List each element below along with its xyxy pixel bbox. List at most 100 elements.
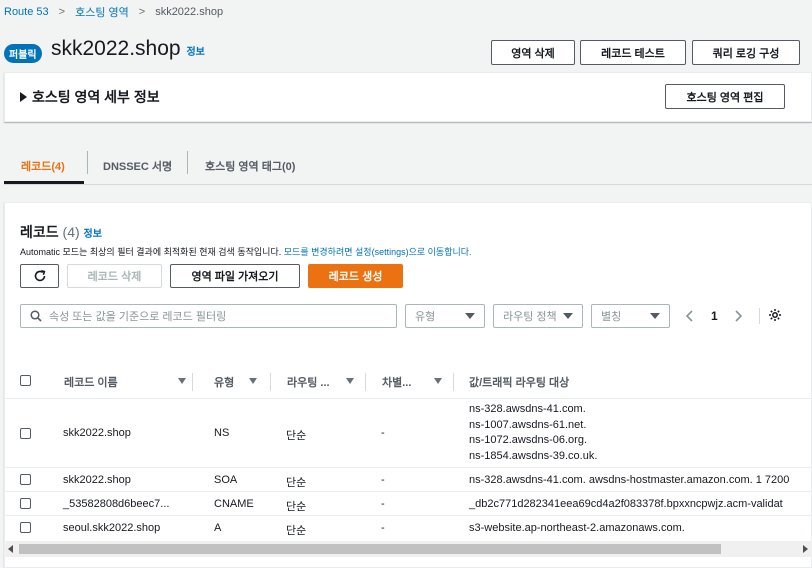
table-row[interactable]: skk2022.shop SOA 단순 - ns-328.awsdns-41.c… xyxy=(4,468,812,492)
info-link[interactable]: 정보 xyxy=(186,47,204,58)
breadcrumb-route53[interactable]: Route 53 xyxy=(4,6,49,18)
record-type: SOA xyxy=(214,474,238,486)
record-name: skk2022.shop xyxy=(63,474,131,486)
col-type[interactable]: 유형 xyxy=(214,365,234,399)
settings-link[interactable]: 모드를 변경하려면 설정(settings)으로 이동합니다. xyxy=(284,247,472,257)
details-title: 호스팅 영역 세부 정보 xyxy=(32,89,160,105)
scroll-right-icon[interactable] xyxy=(803,545,808,553)
routing-policy-filter-select[interactable]: 라우팅 정책 xyxy=(493,304,583,328)
record-differentiator: - xyxy=(381,474,385,486)
caret-right-icon xyxy=(20,92,27,102)
delete-zone-button[interactable]: 영역 삭제 xyxy=(491,40,575,65)
record-name: _53582808d6beec7... xyxy=(63,498,170,510)
refresh-icon xyxy=(34,270,45,282)
import-zone-file-button[interactable]: 영역 파일 가져오기 xyxy=(170,264,300,288)
records-description: Automatic 모드는 최상의 필터 결과에 최적화된 현재 검색 동작입니… xyxy=(20,245,472,258)
alias-filter-select[interactable]: 별칭 xyxy=(591,304,670,328)
col-differentiator[interactable]: 차별... xyxy=(382,365,411,399)
record-search-input[interactable]: 속성 또는 값을 기준으로 레코드 필터링 xyxy=(20,304,397,328)
search-placeholder: 속성 또는 값을 기준으로 레코드 필터링 xyxy=(49,311,227,323)
record-routing: 단순 xyxy=(286,477,307,489)
table-header: 레코드 이름 유형 라우팅 ... 차별... 값/트래픽 라우팅 대상 xyxy=(4,365,812,399)
scrollbar-thumb[interactable] xyxy=(19,544,721,554)
col-label: 유형 xyxy=(214,377,235,389)
record-differentiator: - xyxy=(381,498,385,510)
col-label: 라우팅 ... xyxy=(287,377,330,389)
record-routing: 단순 xyxy=(286,501,307,513)
type-filter-select[interactable]: 유형 xyxy=(405,304,485,328)
tab-divider xyxy=(87,151,88,174)
page-number[interactable]: 1 xyxy=(711,309,718,323)
col-label: 차별... xyxy=(382,377,412,389)
gear-icon[interactable] xyxy=(768,308,782,322)
tab-bar: 레코드(4) DNSSEC 서명 호스팅 영역 태그(0) xyxy=(4,148,812,185)
col-value[interactable]: 값/트래픽 라우팅 대상 xyxy=(469,365,569,399)
row-checkbox[interactable] xyxy=(20,474,31,485)
sort-caret-icon[interactable] xyxy=(434,378,442,384)
chevron-right-icon: > xyxy=(58,6,66,18)
caret-down-icon xyxy=(650,313,660,319)
record-value: ns-1854.awsdns-39.co.uk. xyxy=(469,449,598,462)
page-title: skk2022.shop 정보 xyxy=(51,37,205,61)
sort-caret-icon[interactable] xyxy=(249,378,257,384)
records-title-text: 레코드 xyxy=(20,224,59,240)
select-all-checkbox[interactable] xyxy=(20,375,31,386)
records-count: (4) xyxy=(62,224,80,240)
test-record-button[interactable]: 레코드 테스트 xyxy=(580,40,686,65)
col-label: 값/트래픽 라우팅 대상 xyxy=(469,377,570,389)
tab-divider xyxy=(187,151,188,174)
edit-hosted-zone-button[interactable]: 호스팅 영역 편집 xyxy=(665,84,785,109)
chevron-right-icon: > xyxy=(138,6,146,18)
routing-filter-label: 라우팅 정책 xyxy=(503,311,557,323)
records-info-link[interactable]: 정보 xyxy=(84,229,102,240)
caret-down-icon xyxy=(563,313,573,319)
record-name: seoul.skk2022.shop xyxy=(63,522,161,534)
sort-caret-icon[interactable] xyxy=(346,378,354,384)
record-name: skk2022.shop xyxy=(63,427,131,439)
tab-records[interactable]: 레코드(4) xyxy=(21,148,65,184)
records-title: 레코드 (4) 정보 xyxy=(20,222,102,242)
refresh-button[interactable] xyxy=(20,264,59,288)
column-divider xyxy=(453,373,454,391)
desc-text: Automatic 모드는 최상의 필터 결과에 최적화된 현재 검색 동작입니… xyxy=(20,247,282,257)
record-values: ns-328.awsdns-41.com. ns-1007.awsdns-61.… xyxy=(469,402,597,464)
chevron-right-icon[interactable] xyxy=(733,309,743,323)
active-tab-indicator xyxy=(4,181,84,184)
details-toggle[interactable]: 호스팅 영역 세부 정보 xyxy=(20,87,160,107)
tab-tags[interactable]: 호스팅 영역 태그(0) xyxy=(205,148,295,184)
row-checkbox[interactable] xyxy=(20,522,31,533)
column-divider xyxy=(192,373,193,391)
create-record-button[interactable]: 레코드 생성 xyxy=(308,264,403,288)
search-icon xyxy=(30,310,42,322)
page-title-text: skk2022.shop xyxy=(51,37,181,60)
row-checkbox[interactable] xyxy=(20,498,31,509)
breadcrumb: Route 53 > 호스팅 영역 > skk2022.shop xyxy=(4,4,223,20)
row-checkbox[interactable] xyxy=(20,428,31,439)
breadcrumb-current: skk2022.shop xyxy=(155,6,224,18)
record-type: A xyxy=(214,522,222,534)
scroll-left-icon[interactable] xyxy=(8,545,13,553)
sort-caret-icon[interactable] xyxy=(178,378,186,384)
pagination-divider xyxy=(759,308,760,324)
col-routing[interactable]: 라우팅 ... xyxy=(287,365,330,399)
column-divider xyxy=(270,373,271,391)
table-row[interactable]: seoul.skk2022.shop A 단순 - s3-website.ap-… xyxy=(4,516,812,540)
tab-dnssec[interactable]: DNSSEC 서명 xyxy=(103,148,172,184)
record-value: ns-1072.awsdns-06.org. xyxy=(469,434,588,446)
record-differentiator: - xyxy=(381,522,385,534)
record-value: _db2c771d282341eea69cd4a2f083378f.bpxxnc… xyxy=(469,498,783,510)
horizontal-scrollbar[interactable] xyxy=(4,541,812,557)
record-differentiator: - xyxy=(381,427,385,439)
chevron-left-icon[interactable] xyxy=(685,309,695,323)
record-routing: 단순 xyxy=(286,525,307,537)
record-value: ns-328.awsdns-41.com. awsdns-hostmaster.… xyxy=(469,474,790,486)
table-row[interactable]: _53582808d6beec7... CNAME 단순 - _db2c771d… xyxy=(4,492,812,516)
col-record-name[interactable]: 레코드 이름 xyxy=(64,365,118,399)
delete-record-button[interactable]: 레코드 삭제 xyxy=(67,264,162,288)
table-row[interactable]: skk2022.shop NS 단순 - ns-328.awsdns-41.co… xyxy=(4,399,812,468)
breadcrumb-hosted-zones[interactable]: 호스팅 영역 xyxy=(75,4,129,20)
record-routing: 단순 xyxy=(286,430,307,442)
alias-filter-label: 별칭 xyxy=(601,311,622,323)
query-logging-button[interactable]: 쿼리 로깅 구성 xyxy=(692,40,800,65)
record-value: ns-328.awsdns-41.com. xyxy=(469,403,586,415)
